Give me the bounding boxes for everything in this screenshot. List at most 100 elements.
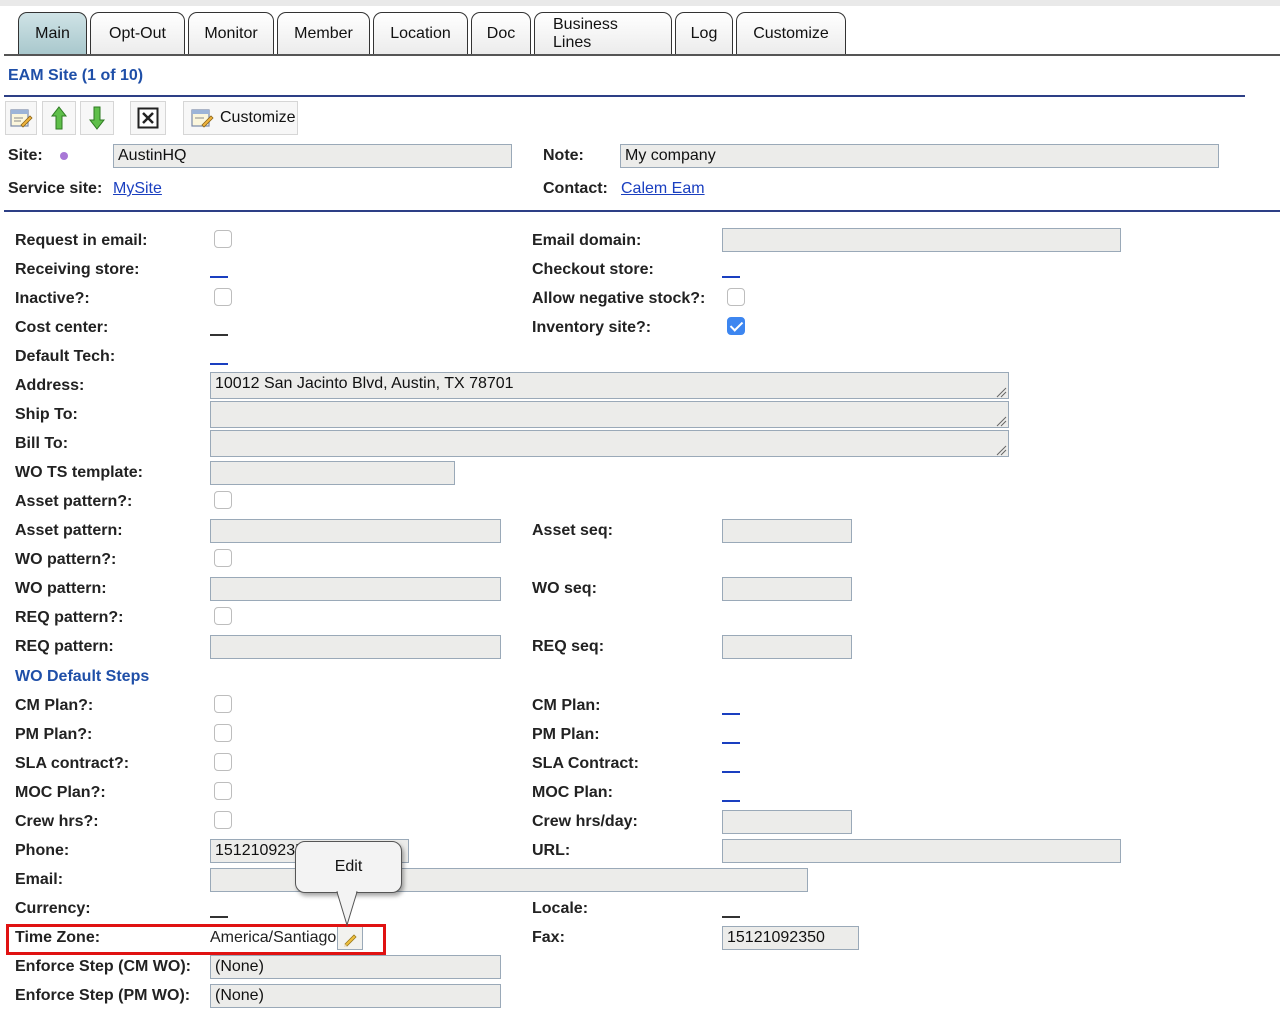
site-label: Site: [8,147,43,164]
wo-default-steps-heading: WO Default Steps [15,668,150,685]
arrow-up-icon [50,106,68,130]
req-pattern-checkbox[interactable] [214,607,232,625]
tab-monitor[interactable]: Monitor [188,12,274,54]
req-seq-field[interactable] [722,635,852,659]
time-zone-highlight [6,924,386,955]
pm-plan-link[interactable] [722,742,740,744]
sla-contract-q-label: SLA contract?: [15,755,130,772]
currency-value [210,916,228,918]
edit-button[interactable] [5,101,37,135]
tab-location[interactable]: Location [373,12,468,54]
req-pattern-field[interactable] [210,635,501,659]
enforce-step-pm-label: Enforce Step (PM WO): [15,987,191,1004]
allow-negative-stock-checkbox[interactable] [727,288,745,306]
default-tech-link[interactable] [210,363,228,365]
crew-hrs-day-field[interactable] [722,810,852,834]
address-textarea[interactable]: 10012 San Jacinto Blvd, Austin, TX 78701 [210,372,1009,399]
phone-label: Phone: [15,842,70,859]
top-strip [0,0,1280,6]
cost-center-label: Cost center: [15,319,109,336]
title-divider [4,95,1245,97]
cm-plan-link[interactable] [722,713,740,715]
crew-hrs-q-label: Crew hrs?: [15,813,99,830]
url-field[interactable] [722,839,1121,863]
bill-to-textarea[interactable] [210,430,1009,457]
tooltip-pointer [336,891,358,927]
tab-member[interactable]: Member [277,12,370,54]
enforce-step-pm-field[interactable]: (None) [210,984,501,1008]
sla-contract-link[interactable] [722,771,740,773]
wo-seq-label: WO seq: [532,580,597,597]
customize-label: Customize [220,109,296,126]
inactive-checkbox[interactable] [214,288,232,306]
receiving-store-link[interactable] [210,276,228,278]
enforce-step-cm-field[interactable]: (None) [210,955,501,979]
asset-pattern-checkbox[interactable] [214,491,232,509]
email-domain-field[interactable] [722,228,1121,252]
req-pattern-q-label: REQ pattern?: [15,609,124,626]
customize-icon [191,109,214,128]
tab-business-lines[interactable]: Business Lines [534,12,672,54]
tab-opt-out[interactable]: Opt-Out [90,12,185,54]
cm-plan-label: CM Plan: [532,697,601,714]
inventory-site-checkbox[interactable] [727,317,745,335]
pm-plan-q-label: PM Plan?: [15,726,93,743]
edit-tooltip-text: Edit [334,858,363,875]
moc-plan-checkbox[interactable] [214,782,232,800]
edit-tooltip: Edit [295,841,402,893]
tab-log[interactable]: Log [675,12,733,54]
resize-grip-icon[interactable] [995,444,1007,456]
sla-contract-label: SLA Contract: [532,755,639,772]
wo-ts-template-label: WO TS template: [15,464,144,481]
tab-customize[interactable]: Customize [736,12,846,54]
contact-link[interactable]: Calem Eam [621,180,705,198]
cm-plan-checkbox[interactable] [214,695,232,713]
resize-grip-icon[interactable] [995,386,1007,398]
service-site-link[interactable]: MySite [113,180,162,198]
wo-pattern-checkbox[interactable] [214,549,232,567]
checkout-store-link[interactable] [722,276,740,278]
section-divider [4,210,1280,212]
move-down-button[interactable] [80,101,114,135]
resize-grip-icon[interactable] [995,415,1007,427]
note-field[interactable]: My company [620,144,1219,168]
move-up-button[interactable] [42,101,76,135]
wo-seq-field[interactable] [722,577,852,601]
email-domain-label: Email domain: [532,232,642,249]
wo-ts-template-field[interactable] [210,461,455,485]
request-in-email-checkbox[interactable] [214,230,232,248]
crew-hrs-checkbox[interactable] [214,811,232,829]
receiving-store-label: Receiving store: [15,261,140,278]
customize-button[interactable]: Customize [183,101,298,135]
sla-contract-checkbox[interactable] [214,753,232,771]
close-box-icon [137,107,159,129]
site-field[interactable]: AustinHQ [113,144,512,168]
asset-pattern-field[interactable] [210,519,501,543]
cost-center-value [210,334,228,336]
ship-to-textarea[interactable] [210,401,1009,428]
inventory-site-label: Inventory site?: [532,319,652,336]
bill-to-label: Bill To: [15,435,69,452]
service-site-label: Service site: [8,180,103,197]
tab-doc[interactable]: Doc [471,12,531,54]
request-in-email-label: Request in email: [15,232,148,249]
site-status-dot [60,152,68,160]
close-button[interactable] [130,101,166,135]
inactive-label: Inactive?: [15,290,90,307]
wo-pattern-field[interactable] [210,577,501,601]
fax-field[interactable]: 15121092350 [722,926,859,950]
address-label: Address: [15,377,85,394]
currency-label: Currency: [15,900,91,917]
locale-value [722,916,740,918]
moc-plan-link[interactable] [722,800,740,802]
url-label: URL: [532,842,571,859]
moc-plan-label: MOC Plan: [532,784,613,801]
wo-pattern-q-label: WO pattern?: [15,551,117,568]
allow-negative-stock-label: Allow negative stock?: [532,290,706,307]
moc-plan-q-label: MOC Plan?: [15,784,106,801]
edit-form-icon [10,109,33,128]
default-tech-label: Default Tech: [15,348,116,365]
asset-seq-field[interactable] [722,519,852,543]
tab-main[interactable]: Main [18,12,87,54]
pm-plan-checkbox[interactable] [214,724,232,742]
